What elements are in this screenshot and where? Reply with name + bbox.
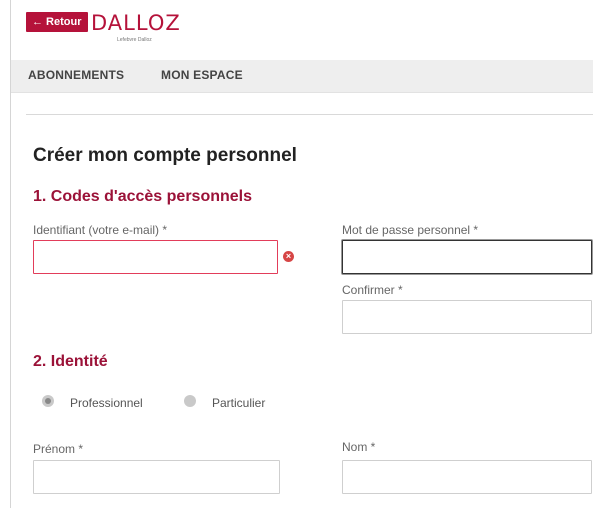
section-title-codes-acces: 1. Codes d'accès personnels — [33, 188, 253, 205]
nom-label: Nom * — [342, 440, 376, 454]
radio-particulier[interactable] — [184, 395, 196, 407]
page-frame: ← Retour DALLOZ Lefebvre Dalloz ABONNEME… — [10, 0, 593, 508]
radio-professionnel[interactable] — [42, 395, 54, 407]
prenom-field[interactable] — [33, 460, 280, 494]
identifiant-email-field[interactable] — [33, 240, 278, 274]
prenom-label: Prénom * — [33, 442, 84, 456]
confirm-password-label: Confirmer * — [342, 283, 403, 297]
password-label: Mot de passe personnel * — [342, 223, 479, 237]
page-title: Créer mon compte personnel — [33, 145, 297, 166]
main-nav: ABONNEMENTS MON ESPACE — [11, 60, 593, 93]
back-button[interactable]: ← Retour — [26, 12, 88, 32]
nav-item-mon-espace[interactable]: MON ESPACE — [161, 68, 243, 82]
divider — [26, 114, 593, 115]
logo-subtitle: Lefebvre Dalloz — [117, 37, 152, 43]
password-field[interactable] — [342, 240, 592, 274]
radio-label-professionnel[interactable]: Professionnel — [70, 396, 143, 410]
error-circle-icon: × — [283, 251, 294, 262]
nom-field[interactable] — [342, 460, 592, 494]
header: ← Retour DALLOZ Lefebvre Dalloz — [11, 0, 593, 60]
nav-item-abonnements[interactable]: ABONNEMENTS — [28, 68, 124, 82]
dalloz-logo[interactable]: DALLOZ Lefebvre Dalloz — [91, 8, 180, 48]
logo-text: DALLOZ — [91, 11, 181, 35]
radio-label-particulier[interactable]: Particulier — [212, 396, 265, 410]
section-title-identite: 2. Identité — [33, 353, 108, 370]
identifiant-label: Identifiant (votre e-mail) * — [33, 223, 168, 237]
confirm-password-field[interactable] — [342, 300, 592, 334]
